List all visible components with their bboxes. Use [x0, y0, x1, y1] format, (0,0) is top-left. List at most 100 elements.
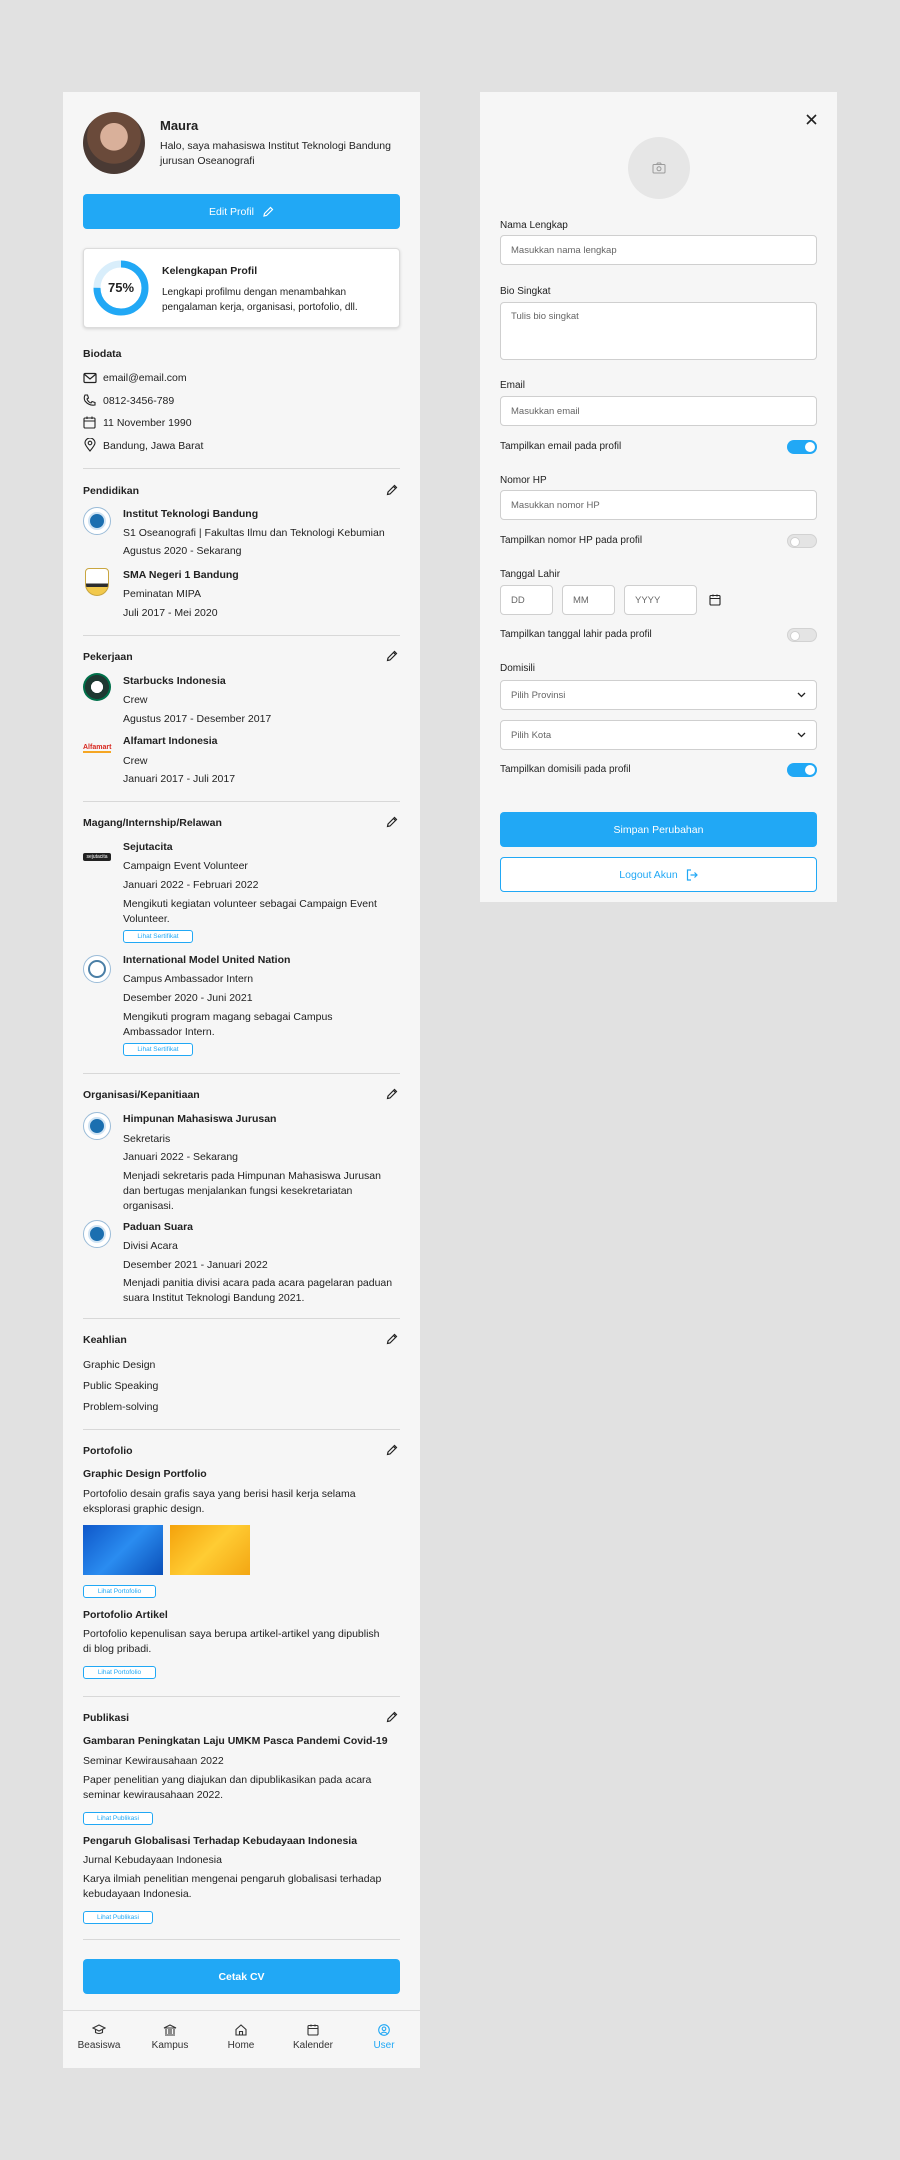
- publication-desc: Karya ilmiah penelitian mengenai pengaru…: [83, 1873, 382, 1900]
- nav-kampus[interactable]: Kampus: [140, 2024, 200, 2051]
- edit-publikasi-pencil-icon[interactable]: [386, 1711, 398, 1723]
- pencil-icon: [263, 206, 274, 217]
- lihat-portofolio-button[interactable]: Lihat Portofolio: [83, 1666, 156, 1679]
- edu-name: SMA Negeri 1 Bandung: [123, 569, 239, 581]
- calendar-icon[interactable]: [709, 594, 721, 606]
- biodata-birth: 11 November 1990: [103, 417, 192, 429]
- nav-kalender[interactable]: Kalender: [283, 2024, 343, 2051]
- intern-name: International Model United Nation: [123, 954, 291, 966]
- chevron-down-icon: [797, 732, 806, 738]
- tanggal-lahir-label: Tanggal Lahir: [500, 569, 561, 580]
- logout-label: Logout Akun: [619, 868, 678, 881]
- logout-icon: [686, 868, 698, 881]
- tgl-toggle[interactable]: [787, 628, 817, 642]
- completeness-card[interactable]: 75% Kelengkapan Profil Lengkapi profilmu…: [83, 248, 400, 328]
- publication-name: Gambaran Peningkatan Laju UMKM Pasca Pan…: [83, 1735, 388, 1747]
- bio-textarea[interactable]: Tulis bio singkat: [500, 302, 817, 360]
- organisasi-title: Organisasi/Kepanitiaan: [83, 1089, 200, 1101]
- intern-desc: Mengikuti kegiatan volunteer sebagai Cam…: [123, 898, 377, 925]
- portfolio-thumbnail-blue[interactable]: [83, 1525, 163, 1575]
- completeness-title: Kelengkapan Profil: [162, 265, 258, 277]
- job-name: Starbucks Indonesia: [123, 675, 226, 687]
- org-role: Sekretaris: [123, 1133, 171, 1145]
- user-icon: [378, 2024, 390, 2036]
- completeness-desc: Lengkapi profilmu dengan menambahkan pen…: [162, 287, 358, 313]
- nav-label: User: [373, 2040, 395, 2051]
- nav-user[interactable]: User: [354, 2024, 414, 2051]
- nav-label: Beasiswa: [77, 2040, 121, 2051]
- magang-title: Magang/Internship/Relawan: [83, 817, 222, 829]
- month-input[interactable]: MM: [562, 585, 615, 615]
- alfamart-logo: Alfamart: [83, 744, 112, 753]
- location-pin-icon: [84, 438, 96, 452]
- nav-label: Kampus: [151, 2040, 189, 2051]
- email-input[interactable]: Masukkan email: [500, 396, 817, 426]
- lihat-sertifikat-button[interactable]: Lihat Sertifikat: [123, 930, 193, 943]
- lihat-portofolio-button[interactable]: Lihat Portofolio: [83, 1585, 156, 1598]
- close-icon[interactable]: [806, 114, 817, 125]
- org-name: Himpunan Mahasiswa Jurusan: [123, 1113, 277, 1125]
- domisili-toggle[interactable]: [787, 763, 817, 777]
- intern-role: Campus Ambassador Intern: [123, 973, 254, 985]
- campus-building-icon: [163, 2024, 177, 2036]
- nav-label: Home: [227, 2040, 255, 2051]
- hp-toggle[interactable]: [787, 534, 817, 548]
- domisili-label: Domisili: [500, 663, 535, 674]
- toggle-knob: [805, 765, 815, 775]
- hp-label: Nomor HP: [500, 475, 547, 486]
- biodata-title: Biodata: [83, 348, 122, 360]
- portfolio-thumbnail-yellow[interactable]: [170, 1525, 250, 1575]
- skill-item: Problem-solving: [83, 1401, 159, 1413]
- avatar: [83, 112, 145, 174]
- edit-keahlian-pencil-icon[interactable]: [386, 1333, 398, 1345]
- hp-input[interactable]: Masukkan nomor HP: [500, 490, 817, 520]
- email-icon: [83, 372, 97, 384]
- kota-select[interactable]: Pilih Kota: [500, 720, 817, 750]
- cetak-cv-button[interactable]: Cetak CV: [83, 1959, 400, 1994]
- starbucks-logo: [83, 673, 111, 701]
- lihat-sertifikat-button[interactable]: Lihat Sertifikat: [123, 1043, 193, 1056]
- org-role: Divisi Acara: [123, 1240, 178, 1252]
- edit-pekerjaan-pencil-icon[interactable]: [386, 650, 398, 662]
- provinsi-select[interactable]: Pilih Provinsi: [500, 680, 817, 710]
- edit-profile-label: Edit Profil: [209, 205, 254, 218]
- portfolio-desc: Portofolio kepenulisan saya berupa artik…: [83, 1628, 380, 1655]
- toggle-knob: [790, 631, 800, 641]
- profile-bio: Halo, saya mahasiswa Institut Teknologi …: [160, 140, 391, 167]
- simpan-perubahan-button[interactable]: Simpan Perubahan: [500, 812, 817, 847]
- logout-button[interactable]: Logout Akun: [500, 857, 817, 892]
- nav-home[interactable]: Home: [211, 2024, 271, 2051]
- itb-logo: [83, 507, 111, 535]
- phone-icon: [83, 394, 96, 406]
- bio-label: Bio Singkat: [500, 286, 551, 297]
- calendar-icon: [83, 416, 96, 429]
- email-toggle-label: Tampilkan email pada profil: [500, 441, 622, 452]
- chevron-down-icon: [797, 692, 806, 698]
- kota-value: Pilih Kota: [511, 729, 552, 741]
- nav-beasiswa[interactable]: Beasiswa: [69, 2024, 129, 2051]
- skill-item: Graphic Design: [83, 1359, 156, 1371]
- toggle-knob: [790, 537, 800, 547]
- email-toggle[interactable]: [787, 440, 817, 454]
- lihat-publikasi-button[interactable]: Lihat Publikasi: [83, 1911, 153, 1924]
- nama-input[interactable]: Masukkan nama lengkap: [500, 235, 817, 265]
- edit-profile-button[interactable]: Edit Profil: [83, 194, 400, 229]
- edit-pendidikan-pencil-icon[interactable]: [386, 484, 398, 496]
- org-name: Paduan Suara: [123, 1221, 194, 1233]
- portfolio-name: Portofolio Artikel: [83, 1609, 168, 1621]
- profile-name: Maura: [160, 118, 199, 133]
- day-input[interactable]: DD: [500, 585, 553, 615]
- completeness-percent: 75%: [107, 280, 135, 295]
- job-role: Crew: [123, 694, 148, 706]
- year-input[interactable]: YYYY: [624, 585, 697, 615]
- divider: [83, 801, 400, 802]
- org-period: Desember 2021 - Januari 2022: [123, 1259, 268, 1271]
- lihat-publikasi-button[interactable]: Lihat Publikasi: [83, 1812, 153, 1825]
- intern-name: Sejutacita: [123, 841, 173, 853]
- avatar-upload[interactable]: [628, 137, 690, 199]
- edit-magang-pencil-icon[interactable]: [386, 816, 398, 828]
- divider: [83, 1318, 400, 1319]
- edit-portofolio-pencil-icon[interactable]: [386, 1444, 398, 1456]
- edit-organisasi-pencil-icon[interactable]: [386, 1088, 398, 1100]
- job-period: Januari 2017 - Juli 2017: [123, 773, 236, 785]
